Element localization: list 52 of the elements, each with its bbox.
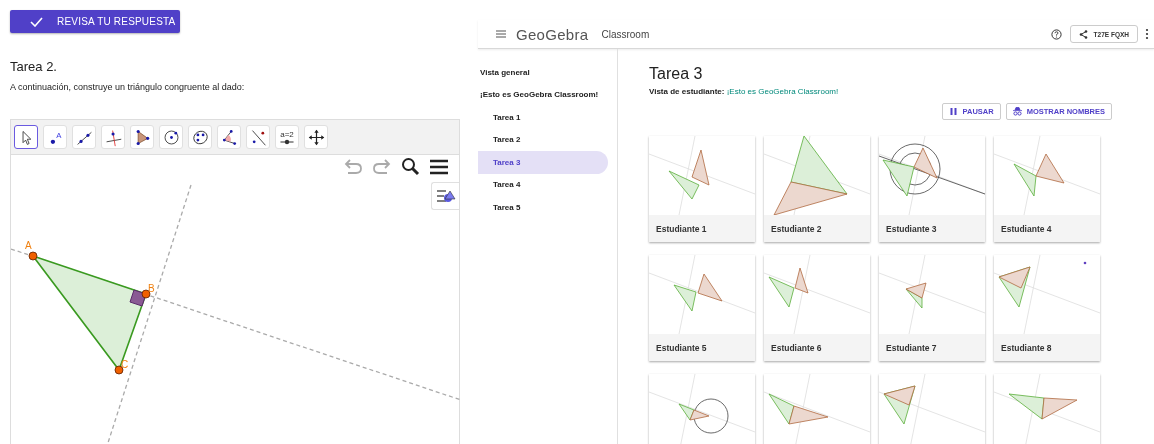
student-card[interactable]: Estudiante 5 bbox=[649, 255, 755, 361]
activity-link[interactable]: ¡Esto es GeoGebra Classroom! bbox=[726, 87, 839, 96]
point-label: A bbox=[25, 240, 32, 251]
point-dot[interactable] bbox=[28, 251, 38, 261]
student-card[interactable]: Estudiante 3 bbox=[879, 136, 985, 242]
pause-icon bbox=[948, 107, 958, 116]
slider-tool-label: a=2 bbox=[280, 129, 294, 139]
tool-button[interactable]: a=2 bbox=[275, 125, 299, 149]
student-name: Estudiante 7 bbox=[879, 334, 985, 361]
tool-button[interactable]: A bbox=[43, 125, 67, 149]
style-bar-button[interactable] bbox=[431, 182, 459, 210]
student-name: Estudiante 5 bbox=[649, 334, 755, 361]
product-name: Classroom bbox=[601, 28, 650, 40]
student-name: Estudiante 2 bbox=[764, 215, 870, 242]
sidebar-item[interactable]: Tarea 4 bbox=[478, 173, 608, 196]
student-card[interactable]: Estudiante 4 bbox=[994, 136, 1100, 242]
point-label: C bbox=[121, 359, 129, 370]
search-icon[interactable] bbox=[401, 157, 420, 176]
checkmark-icon bbox=[30, 16, 43, 27]
slider-icon bbox=[279, 138, 295, 145]
incognito-icon bbox=[1012, 107, 1022, 116]
sidebar-item[interactable]: Vista general bbox=[478, 61, 608, 84]
task-title: Tarea 3 bbox=[649, 65, 704, 83]
logo-wordmark[interactable]: GeoGebra bbox=[516, 25, 589, 43]
student-name: Estudiante 1 bbox=[649, 215, 755, 242]
help-icon[interactable] bbox=[1050, 28, 1062, 40]
student-card[interactable]: Estudiante 6 bbox=[764, 255, 870, 361]
task-instructions: A continuación, construye un triángulo congruente al dado: bbox=[10, 82, 246, 92]
sidebar-item[interactable]: ¡Esto es GeoGebra Classroom! bbox=[478, 83, 608, 106]
sidebar-item[interactable]: Tarea 3 bbox=[478, 151, 608, 174]
student-name: Estudiante 4 bbox=[994, 215, 1100, 242]
student-card[interactable]: Estudiante 1 bbox=[649, 136, 755, 242]
student-card[interactable]: Estudiante 2 bbox=[764, 136, 870, 242]
menu-icon[interactable] bbox=[429, 158, 449, 175]
student-view-caption: Vista de estudiante: ¡Esto es GeoGebra Classroom! bbox=[649, 87, 840, 96]
student-name: Estudiante 8 bbox=[994, 334, 1100, 361]
sidebar-item[interactable]: Tarea 2 bbox=[478, 128, 608, 151]
task-title: Tarea 2. bbox=[10, 59, 58, 74]
move-arrows-icon bbox=[306, 127, 326, 147]
right-angle-mark bbox=[129, 289, 147, 307]
student-card[interactable]: Estudiante 7 bbox=[879, 255, 985, 361]
circle-icon bbox=[161, 127, 181, 147]
check-answer-button[interactable]: REVISA TU RESPUESTA bbox=[10, 10, 180, 33]
sidebar-item[interactable]: Tarea 5 bbox=[478, 196, 608, 219]
sidebar-item[interactable]: Tarea 1 bbox=[478, 106, 608, 129]
more-options-icon[interactable] bbox=[1144, 28, 1150, 40]
student-name: Estudiante 3 bbox=[879, 215, 985, 242]
student-card[interactable]: Estudiante 8 bbox=[994, 255, 1100, 361]
share-icon bbox=[1078, 29, 1088, 39]
student-name: Estudiante 6 bbox=[764, 334, 870, 361]
point-label: B bbox=[148, 283, 155, 294]
style-bar-icon bbox=[435, 188, 456, 204]
